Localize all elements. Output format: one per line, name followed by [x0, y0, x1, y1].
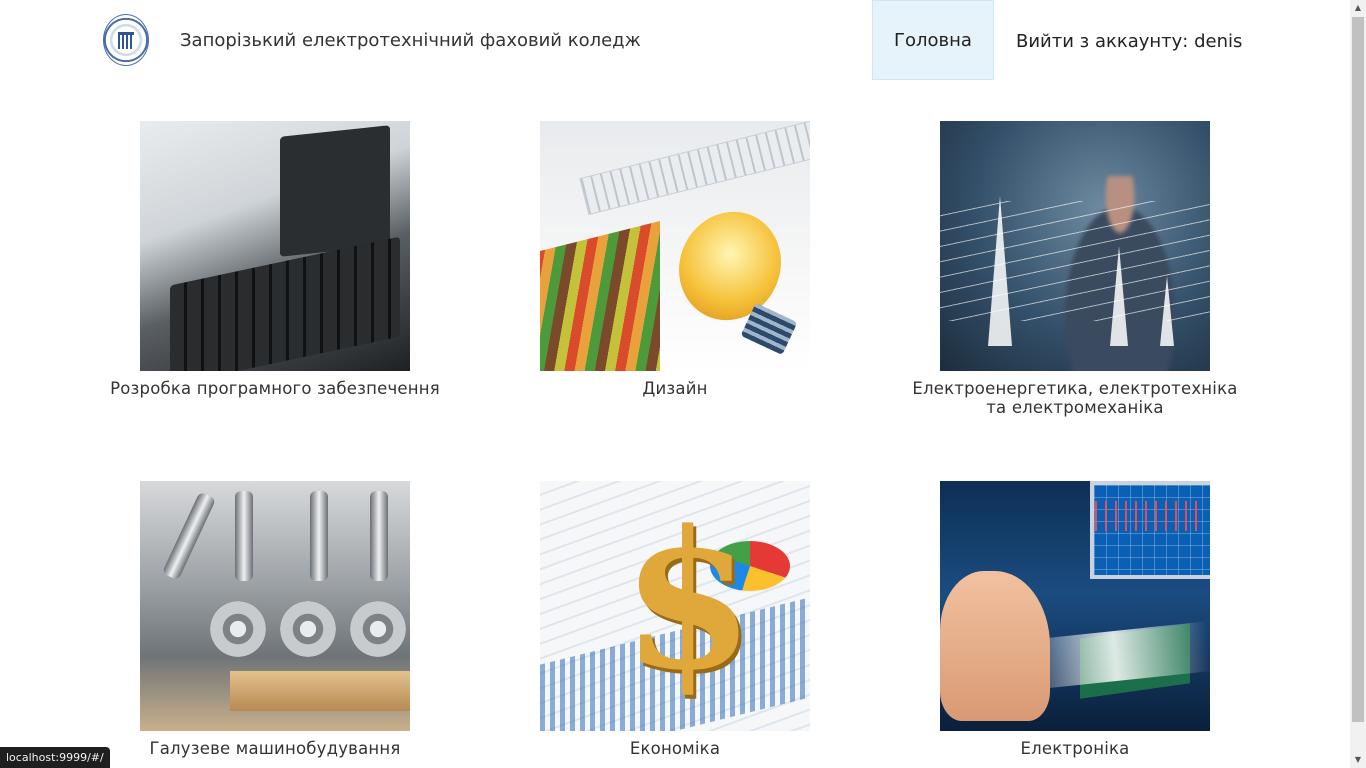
specialty-caption[interactable]: Галузеве машинобудування: [75, 739, 475, 758]
specialty-caption[interactable]: Електроніка: [875, 739, 1275, 758]
scroll-down-arrow-icon[interactable]: ▼: [1350, 752, 1366, 768]
specialty-card-economics[interactable]: $ Економіка: [475, 481, 875, 758]
specialty-caption[interactable]: Економіка: [475, 739, 875, 758]
specialty-card-electronics[interactable]: Електроніка: [875, 481, 1275, 758]
specialty-card-design[interactable]: Дизайн: [475, 121, 875, 398]
scrollbar-thumb[interactable]: [1352, 17, 1364, 722]
specialty-card-mechanical[interactable]: Галузеве машинобудування: [75, 481, 475, 758]
page-scrollbar[interactable]: ▲ ▼: [1350, 0, 1366, 768]
pencils-lightbulb-image[interactable]: [540, 121, 810, 371]
scroll-up-arrow-icon[interactable]: ▲: [1350, 0, 1366, 16]
site-header: Запорізький електротехнічний фаховий кол…: [0, 0, 1350, 82]
nav-home-button[interactable]: Головна: [872, 0, 994, 80]
link-status-bar: localhost:9999/#/: [0, 747, 110, 768]
computer-keyboard-image[interactable]: [140, 121, 410, 371]
specialty-caption[interactable]: Розробка програмного забезпечення: [75, 379, 475, 398]
specialty-caption[interactable]: Електроенергетика, електротехніка та еле…: [875, 379, 1275, 417]
college-emblem-icon[interactable]: [103, 14, 149, 66]
dollar-charts-image[interactable]: $: [540, 481, 810, 731]
specialty-card-power-engineering[interactable]: Електроенергетика, електротехніка та еле…: [875, 121, 1275, 417]
power-lines-image[interactable]: [940, 121, 1210, 371]
specialty-card-software[interactable]: Розробка програмного забезпечення: [75, 121, 475, 398]
oscilloscope-image[interactable]: [940, 481, 1210, 731]
nav-logout-button[interactable]: Вийти з аккаунту: denis: [1016, 31, 1242, 52]
specialty-caption[interactable]: Дизайн: [475, 379, 875, 398]
machinery-image[interactable]: [140, 481, 410, 731]
site-title[interactable]: Запорізький електротехнічний фаховий кол…: [180, 30, 641, 51]
